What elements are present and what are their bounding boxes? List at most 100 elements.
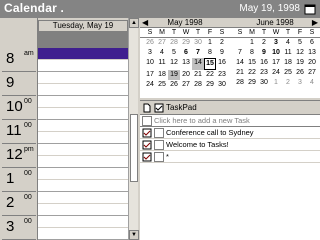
calendar-day[interactable]: 3 bbox=[144, 48, 156, 58]
time-slot[interactable] bbox=[38, 60, 128, 72]
calendar-day[interactable]: 6 bbox=[306, 38, 318, 48]
calendar-day[interactable] bbox=[234, 38, 246, 48]
calendar-day[interactable]: 21 bbox=[234, 68, 246, 78]
day-column-header[interactable]: Tuesday, May 19 bbox=[38, 20, 128, 32]
calendar-day[interactable]: 12 bbox=[168, 58, 180, 70]
time-slot[interactable] bbox=[38, 84, 128, 96]
calendar-day[interactable]: 7 bbox=[234, 48, 246, 58]
task-complete-checkbox[interactable] bbox=[154, 139, 164, 150]
time-slot[interactable] bbox=[38, 132, 128, 144]
scroll-up-arrow-icon[interactable]: ▲ bbox=[129, 18, 139, 28]
calendar-day[interactable]: 26 bbox=[144, 38, 156, 48]
calendar-day[interactable]: 21 bbox=[192, 70, 204, 80]
all-day-events-area[interactable] bbox=[38, 32, 128, 48]
calendar-day[interactable]: 25 bbox=[282, 68, 294, 78]
calendar-day[interactable]: 19 bbox=[294, 58, 306, 68]
task-row[interactable]: Welcome to Tasks! bbox=[140, 139, 320, 151]
calendar-day[interactable]: 15 bbox=[246, 58, 258, 68]
calendar-day[interactable]: 10 bbox=[270, 48, 282, 58]
time-slot[interactable] bbox=[38, 48, 128, 60]
calendar-day[interactable]: 24 bbox=[144, 80, 156, 90]
calendar-day[interactable]: 30 bbox=[192, 38, 204, 48]
calendar-day[interactable]: 5 bbox=[294, 38, 306, 48]
calendar-day[interactable]: 26 bbox=[168, 80, 180, 90]
time-slot[interactable] bbox=[38, 192, 128, 204]
calendar-day[interactable]: 6 bbox=[180, 48, 192, 58]
task-row[interactable]: Conference call to Sydney bbox=[140, 127, 320, 139]
calendar-day[interactable]: 23 bbox=[258, 68, 270, 78]
task-complete-checkbox[interactable] bbox=[154, 127, 164, 138]
calendar-day[interactable]: 28 bbox=[234, 78, 246, 88]
calendar-day[interactable]: 1 bbox=[246, 38, 258, 48]
task-row[interactable]: * bbox=[140, 151, 320, 163]
time-slot[interactable] bbox=[38, 120, 128, 132]
calendar-day[interactable]: 17 bbox=[144, 70, 156, 80]
time-slots[interactable] bbox=[38, 48, 128, 240]
calendar-day[interactable]: 9 bbox=[258, 48, 270, 58]
calendar-day[interactable]: 14 bbox=[234, 58, 246, 68]
new-task-input[interactable]: Click here to add a new Task bbox=[154, 116, 250, 125]
time-slot[interactable] bbox=[38, 144, 128, 156]
calendar-day[interactable]: 2 bbox=[282, 78, 294, 88]
calendar-day[interactable]: 18 bbox=[156, 70, 168, 80]
calendar-day[interactable]: 18 bbox=[282, 58, 294, 68]
calendar-day[interactable]: 29 bbox=[204, 80, 216, 90]
calendar-day[interactable]: 10 bbox=[144, 58, 156, 70]
calendar-day[interactable]: 4 bbox=[306, 78, 318, 88]
calendar-day[interactable]: 27 bbox=[306, 68, 318, 78]
calendar-day[interactable]: 4 bbox=[282, 38, 294, 48]
calendar-day[interactable]: 27 bbox=[156, 38, 168, 48]
time-slot[interactable] bbox=[38, 204, 128, 216]
calendar-day[interactable]: 29 bbox=[180, 38, 192, 48]
calendar-day[interactable]: 30 bbox=[216, 80, 228, 90]
calendar-day[interactable]: 27 bbox=[180, 80, 192, 90]
calendar-day[interactable]: 24 bbox=[270, 68, 282, 78]
calendar-day-selected[interactable]: 19 bbox=[168, 70, 180, 80]
time-slot[interactable] bbox=[38, 72, 128, 84]
calendar-day[interactable]: 12 bbox=[294, 48, 306, 58]
scroll-down-arrow-icon[interactable]: ▼ bbox=[129, 230, 139, 240]
calendar-day[interactable]: 8 bbox=[246, 48, 258, 58]
calendar-day[interactable]: 29 bbox=[246, 78, 258, 88]
calendar-day[interactable]: 14 bbox=[192, 58, 204, 70]
calendar-day[interactable]: 28 bbox=[168, 38, 180, 48]
time-slot[interactable] bbox=[38, 168, 128, 180]
calendar-day[interactable]: 4 bbox=[156, 48, 168, 58]
calendar-day[interactable]: 13 bbox=[306, 48, 318, 58]
calendar-day[interactable]: 3 bbox=[294, 78, 306, 88]
time-slot[interactable] bbox=[38, 180, 128, 192]
time-slot[interactable] bbox=[38, 216, 128, 228]
calendar-day[interactable]: 11 bbox=[156, 58, 168, 70]
calendar-day[interactable]: 26 bbox=[294, 68, 306, 78]
calendar-day[interactable]: 17 bbox=[270, 58, 282, 68]
calendar-day[interactable]: 28 bbox=[192, 80, 204, 90]
time-slot[interactable] bbox=[38, 156, 128, 168]
calendar-day[interactable]: 22 bbox=[204, 70, 216, 80]
calendar-day[interactable]: 25 bbox=[156, 80, 168, 90]
time-slot[interactable] bbox=[38, 228, 128, 240]
scroll-thumb[interactable] bbox=[130, 114, 138, 182]
new-task-row[interactable]: Click here to add a new Task bbox=[140, 115, 320, 127]
calendar-day[interactable]: 20 bbox=[306, 58, 318, 68]
calendar-day[interactable]: 1 bbox=[270, 78, 282, 88]
calendar-day[interactable]: 1 bbox=[204, 38, 216, 48]
time-slot[interactable] bbox=[38, 96, 128, 108]
day-view-scrollbar[interactable]: ▲ ▼ bbox=[128, 18, 139, 240]
calendar-day[interactable]: 23 bbox=[216, 70, 228, 80]
calendar-day[interactable]: 20 bbox=[180, 70, 192, 80]
previous-month-arrow-icon[interactable]: ◀ bbox=[142, 18, 148, 28]
calendar-day[interactable]: 7 bbox=[192, 48, 204, 58]
calendar-day[interactable]: 16 bbox=[216, 58, 228, 70]
calendar-day[interactable]: 8 bbox=[204, 48, 216, 58]
calendar-day[interactable]: 3 bbox=[270, 38, 282, 48]
calendar-day[interactable]: 30 bbox=[258, 78, 270, 88]
calendar-day[interactable]: 9 bbox=[216, 48, 228, 58]
calendar-day[interactable]: 22 bbox=[246, 68, 258, 78]
calendar-day[interactable]: 13 bbox=[180, 58, 192, 70]
calendar-day[interactable]: 11 bbox=[282, 48, 294, 58]
task-complete-checkbox[interactable] bbox=[154, 151, 164, 162]
calendar-day[interactable]: 2 bbox=[216, 38, 228, 48]
calendar-day[interactable]: 2 bbox=[258, 38, 270, 48]
next-month-arrow-icon[interactable]: ▶ bbox=[312, 18, 318, 28]
calendar-day[interactable]: 16 bbox=[258, 58, 270, 68]
